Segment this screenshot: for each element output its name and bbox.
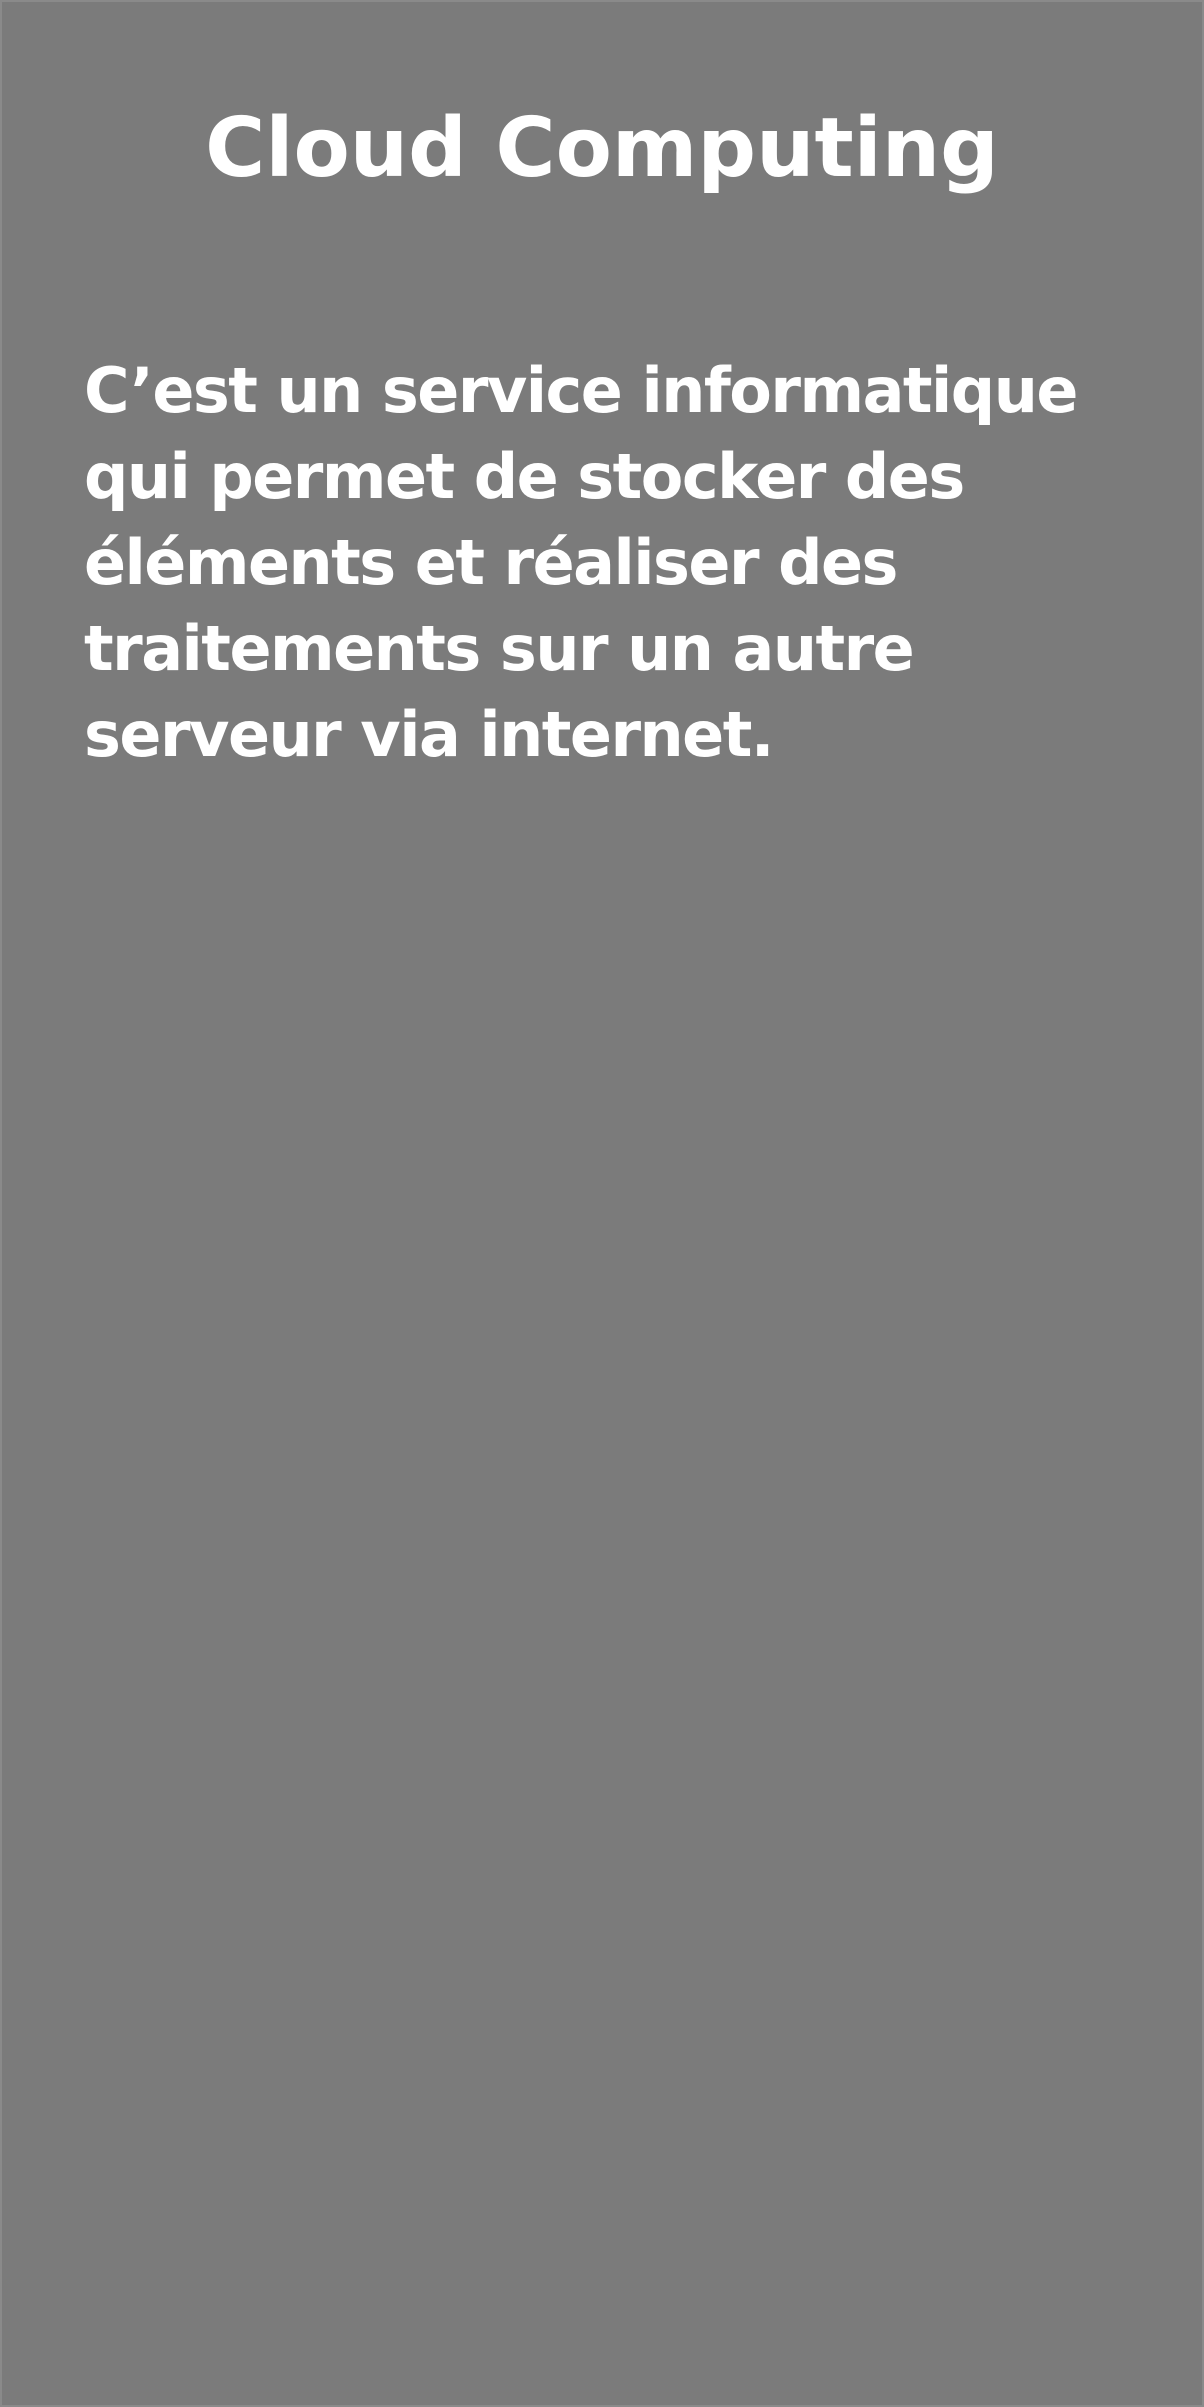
slide-title: Cloud Computing [205,101,999,196]
definition-line: C’est un service informatique [84,354,1078,427]
slide: Cloud Computing C’est un service informa… [0,0,1204,2407]
definition-text: C’est un service informatique qui permet… [84,348,1144,778]
definition-line: éléments et réaliser des [84,526,898,599]
definition-line: serveur via internet. [84,698,774,771]
definition-line: traitements sur un autre [84,612,915,685]
definition-line: qui permet de stocker des [84,440,965,513]
